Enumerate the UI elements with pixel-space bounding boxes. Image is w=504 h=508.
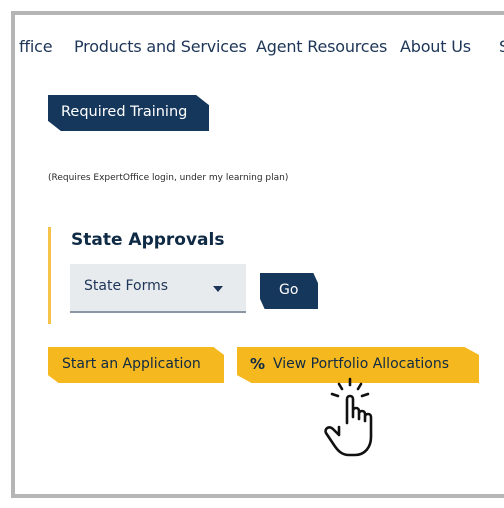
start-application-button[interactable]: Start an Application [48, 347, 224, 383]
go-label: Go [279, 282, 299, 298]
go-button[interactable]: Go [260, 273, 318, 309]
browser-viewport: ffice Products and Services Agent Resour… [11, 11, 504, 498]
nav-item-office[interactable]: ffice [19, 37, 53, 56]
state-forms-selected-value: State Forms [84, 278, 169, 294]
required-training-label: Required Training [61, 104, 188, 120]
caret-down-icon [213, 286, 223, 292]
hand-pointer-click-icon [324, 377, 373, 457]
nav-item-agent-resources[interactable]: Agent Resources [256, 37, 387, 56]
training-login-note: (Requires ExpertOffice login, under my l… [48, 173, 289, 183]
start-application-label: Start an Application [62, 356, 201, 372]
required-training-button[interactable]: Required Training [48, 95, 209, 131]
section-accent-bar [48, 227, 51, 324]
nav-item-partial[interactable]: S [499, 37, 504, 56]
nav-item-about-us[interactable]: About Us [400, 37, 471, 56]
state-forms-dropdown[interactable]: State Forms [70, 264, 246, 313]
view-portfolio-allocations-label: View Portfolio Allocations [273, 356, 450, 372]
nav-item-products-and-services[interactable]: Products and Services [74, 37, 247, 56]
percent-icon: % [250, 355, 266, 373]
state-approvals-heading: State Approvals [71, 230, 225, 250]
